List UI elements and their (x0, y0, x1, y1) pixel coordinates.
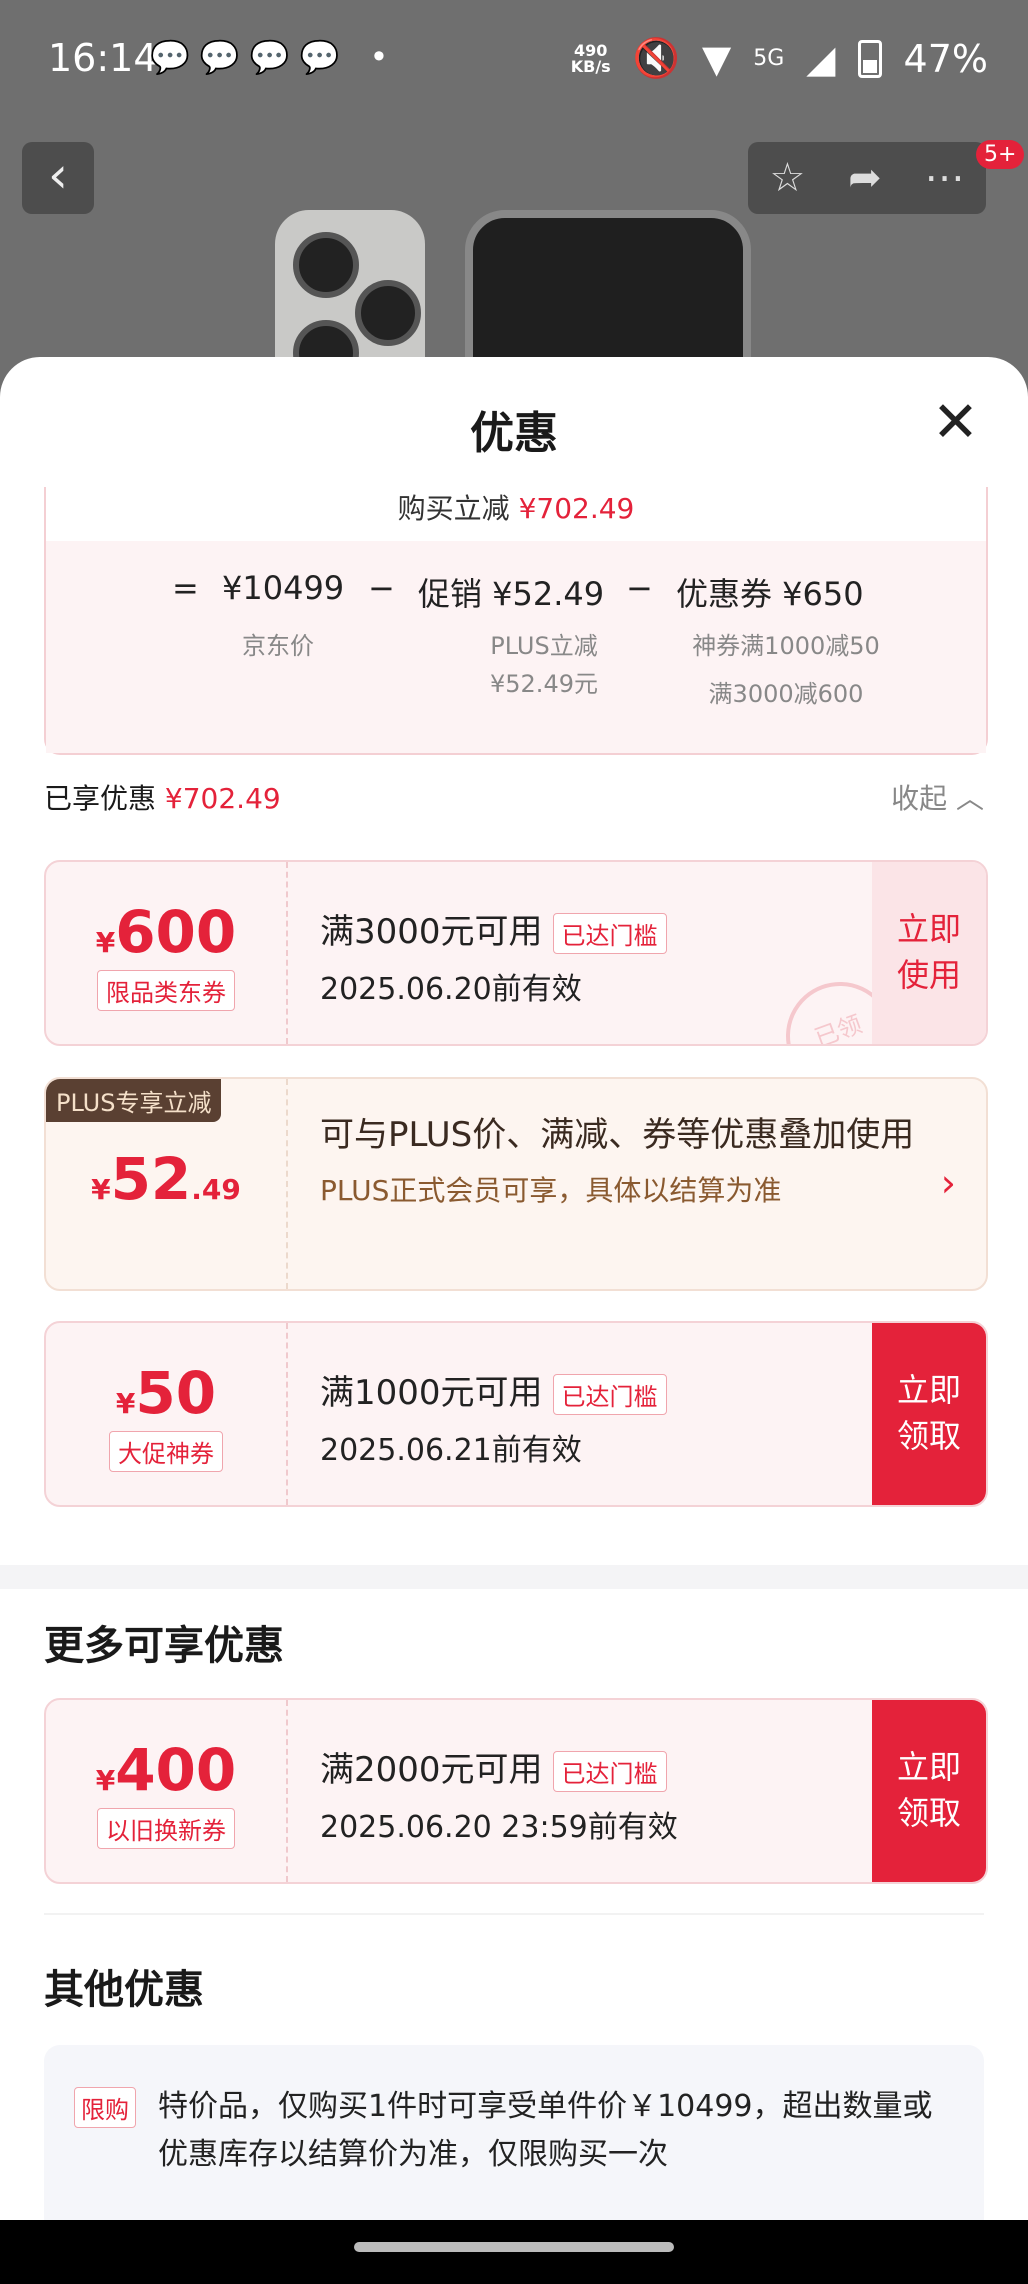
coupon-label: 神券满1000减50 满3000减600 (692, 632, 880, 708)
coupon-card: ¥50 大促神券 满1000元可用 已达门槛 2025.06.21前有效 立即 领取 (44, 1321, 988, 1507)
coupon-tag: 大促神券 (109, 1431, 223, 1472)
list-price: ¥10499 (222, 569, 345, 607)
nav-actions: ☆ ➦ ⋯ (748, 142, 986, 214)
coupon-validity: 2025.06.20前有效 (320, 972, 582, 1007)
collapse-button[interactable]: 收起 ︿ (891, 777, 984, 817)
coupon-tag: 以旧换新券 (97, 1808, 235, 1849)
signal-icon: ◢ (806, 36, 836, 81)
mute-icon: 🔇 (632, 36, 681, 80)
coupon-condition: 满1000元可用 (320, 1373, 543, 1413)
other-discounts-title: 其他优惠 (44, 1967, 204, 2013)
equals-sign: = (172, 569, 199, 607)
status-bar: 16:14 💬💬💬💬 • 490 KB/s 🔇 ▼ 5G ◢ 47% (0, 0, 1028, 120)
more-icon[interactable]: ⋯ (925, 155, 965, 201)
notification-icons: 💬💬💬💬 • (150, 38, 399, 76)
coupon-amount: 优惠券 ¥650 (676, 575, 864, 613)
message-badge: 5+ (976, 140, 1025, 169)
list-price-label: 京东价 (242, 632, 314, 660)
claim-coupon-button[interactable]: 立即 领取 (872, 1323, 986, 1505)
promo-label: PLUS立减 ¥52.49元 (490, 632, 598, 698)
limit-tag: 限购 (74, 2087, 136, 2128)
coupon-validity: 2025.06.21前有效 (320, 1433, 582, 1468)
home-indicator[interactable] (0, 2220, 1028, 2284)
threshold-badge: 已达门槛 (552, 1374, 667, 1415)
use-coupon-button[interactable]: 立即 使用 (872, 862, 986, 1044)
claim-coupon-button[interactable]: 立即 领取 (872, 1700, 986, 1882)
favorite-icon[interactable]: ☆ (769, 155, 805, 201)
coupon-condition: 满3000元可用 (320, 912, 543, 952)
status-time: 16:14 (48, 36, 158, 80)
threshold-badge: 已达门槛 (552, 913, 667, 954)
limit-text: 特价品，仅购买1件时可享受单件价￥10499，超出数量或优惠库存以结算价为准，仅… (158, 2089, 933, 2172)
plus-description: 可与PLUS价、满减、券等优惠叠加使用 (320, 1115, 915, 1155)
coupon-card: ¥400 以旧换新券 满2000元可用 已达门槛 2025.06.20 23:59… (44, 1698, 988, 1884)
enjoyed-discount-row: 已享优惠 ¥702.49 收起 ︿ (44, 777, 984, 817)
coupon-card: ¥600 限品类东券 满3000元可用 已达门槛 2025.06.20前有效 已领… (44, 860, 988, 1046)
price-calculation: 购买立减 ¥702.49 = ¥10499 − 促销 ¥52.49 − 优惠券 … (44, 487, 988, 755)
battery-level: 47% (903, 36, 988, 81)
close-icon[interactable]: ✕ (932, 395, 979, 451)
more-discounts-title: 更多可享优惠 (44, 1623, 284, 1669)
discount-sheet: 优惠 ✕ 购买立减 ¥702.49 = ¥10499 − 促销 ¥52.49 −… (0, 357, 1028, 2284)
purchase-limit-notice: 限购 特价品，仅购买1件时可享受单件价￥10499，超出数量或优惠库存以结算价为… (44, 2045, 984, 2245)
minus-sign-1: − (368, 569, 395, 607)
instant-discount: 购买立减 ¥702.49 (397, 492, 635, 525)
share-icon[interactable]: ➦ (848, 155, 882, 201)
coupon-tag: 限品类东券 (97, 970, 235, 1011)
wifi-icon: ▼ (702, 36, 732, 81)
coupon-amount: ¥600 (95, 898, 237, 966)
plus-amount: ¥52.49 (91, 1145, 241, 1213)
coupon-amount: ¥400 (95, 1736, 237, 1804)
chevron-right-icon: › (940, 1161, 956, 1205)
plus-discount-card[interactable]: PLUS专享立减 ¥52.49 可与PLUS价、满减、券等优惠叠加使用 PLUS… (44, 1077, 988, 1291)
coupon-amount: ¥50 (115, 1359, 217, 1427)
signal-label: 5G (753, 46, 785, 71)
sheet-title: 优惠 (470, 408, 558, 459)
minus-sign-2: − (626, 569, 653, 607)
coupon-condition: 满2000元可用 (320, 1750, 543, 1790)
section-divider (0, 1565, 1028, 1589)
threshold-badge: 已达门槛 (552, 1751, 667, 1792)
coupon-validity: 2025.06.20 23:59前有效 (320, 1810, 678, 1845)
promo-amount: 促销 ¥52.49 (418, 575, 605, 613)
net-speed: 490 KB/s (570, 40, 611, 76)
battery-icon (857, 39, 882, 78)
plus-note: PLUS正式会员可享，具体以结算为准 (320, 1174, 782, 1207)
back-button[interactable]: ‹ (22, 142, 94, 214)
divider-line (44, 1913, 984, 1915)
